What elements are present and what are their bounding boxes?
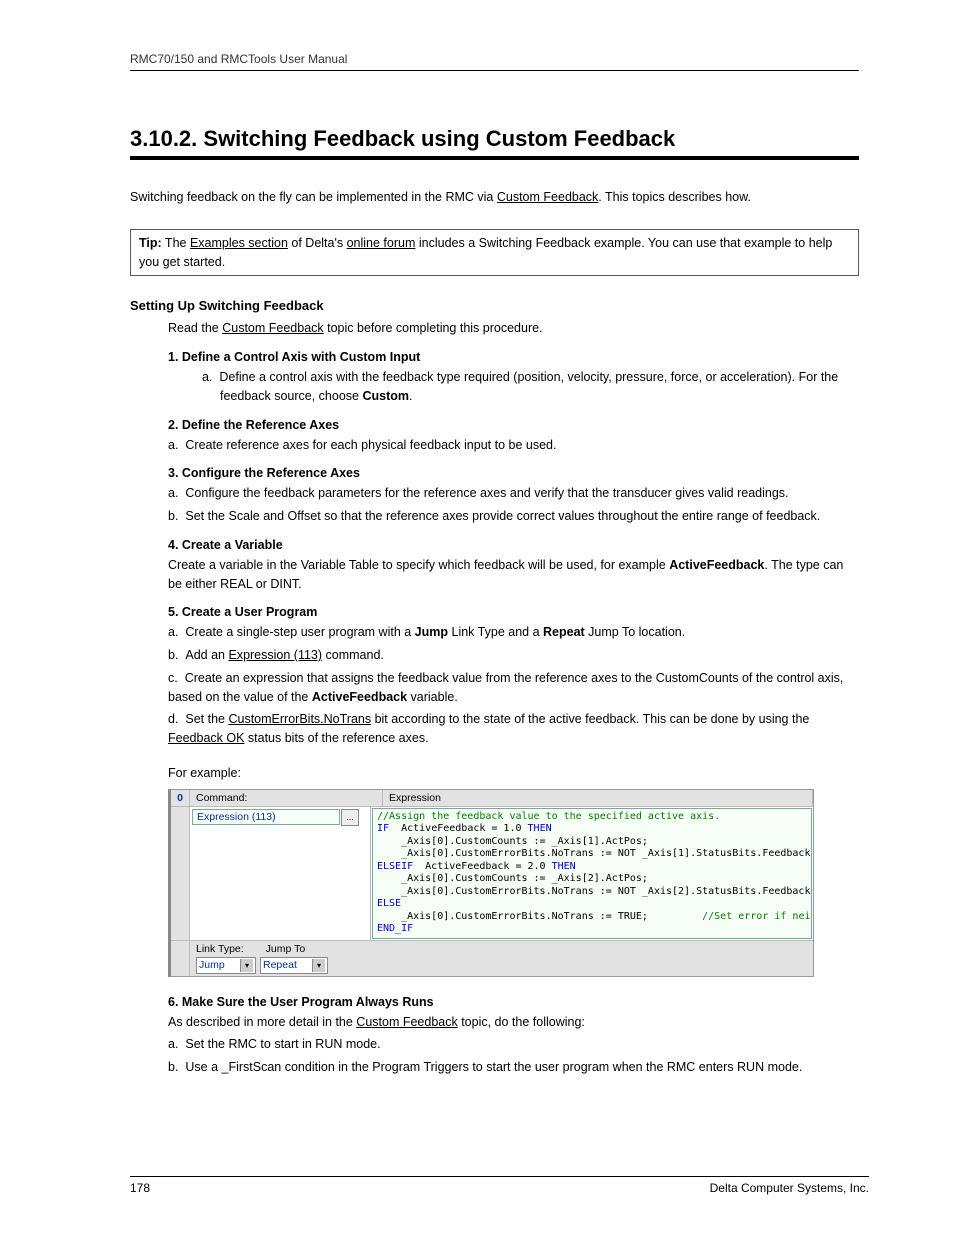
jump-to-combo[interactable]: Repeat▾	[260, 957, 328, 974]
link-examples-section[interactable]: Examples section	[190, 236, 288, 250]
step-6-b: b. Use a _FirstScan condition in the Pro…	[168, 1058, 859, 1077]
read-first: Read the Custom Feedback topic before co…	[168, 319, 859, 338]
command-browse-button[interactable]: ...	[341, 809, 359, 826]
for-example-label: For example:	[168, 764, 859, 783]
step-5-title: 5. Create a User Program	[168, 605, 859, 619]
step-1-a: a. Define a control axis with the feedba…	[202, 368, 859, 406]
link-custom-feedback-2[interactable]: Custom Feedback	[222, 321, 323, 335]
step-5-d: d. Set the CustomErrorBits.NoTrans bit a…	[168, 710, 859, 748]
intro-paragraph: Switching feedback on the fly can be imp…	[130, 188, 859, 207]
link-type-label: Link Type:	[196, 943, 244, 955]
step-4-paragraph: Create a variable in the Variable Table …	[168, 556, 859, 594]
step-4-title: 4. Create a Variable	[168, 538, 859, 552]
link-online-forum[interactable]: online forum	[347, 236, 416, 250]
command-column-header: Command:	[190, 790, 383, 806]
step-3-a: a. Configure the feedback parameters for…	[168, 484, 859, 503]
command-input[interactable]: Expression (113)	[192, 809, 340, 825]
step-5-a: a. Create a single-step user program wit…	[168, 623, 859, 642]
step-6-title: 6. Make Sure the User Program Always Run…	[168, 995, 859, 1009]
subsection-heading: Setting Up Switching Feedback	[130, 298, 859, 313]
step-6-a: a. Set the RMC to start in RUN mode.	[168, 1035, 859, 1054]
section-title: 3.10.2. Switching Feedback using Custom …	[130, 126, 859, 152]
chevron-down-icon: ▾	[240, 959, 253, 972]
step-2-a: a. Create reference axes for each physic…	[168, 436, 859, 455]
step-5-b: b. Add an Expression (113) command.	[168, 646, 859, 665]
code-example-panel: 0 Command: Expression Expression (113)..…	[168, 789, 814, 977]
link-custom-feedback-3[interactable]: Custom Feedback	[356, 1015, 457, 1029]
jump-to-label: Jump To	[266, 943, 306, 955]
tip-box: Tip: The Examples section of Delta's onl…	[130, 229, 859, 277]
link-type-combo[interactable]: Jump▾	[196, 957, 256, 974]
step-number: 0	[171, 790, 190, 806]
step-5-c: c. Create an expression that assigns the…	[168, 669, 859, 707]
tip-label: Tip:	[139, 236, 162, 250]
expression-editor[interactable]: //Assign the feedback value to the speci…	[372, 808, 812, 939]
page-footer: 178 Delta Computer Systems, Inc.	[130, 1176, 869, 1195]
page-header: RMC70/150 and RMCTools User Manual	[130, 52, 859, 71]
step-3-title: 3. Configure the Reference Axes	[168, 466, 859, 480]
step-6-intro: As described in more detail in the Custo…	[168, 1013, 859, 1032]
expression-column-header: Expression	[383, 790, 813, 806]
step-3-b: b. Set the Scale and Offset so that the …	[168, 507, 859, 526]
chevron-down-icon: ▾	[312, 959, 325, 972]
link-feedback-ok[interactable]: Feedback OK	[168, 731, 244, 745]
step-2-title: 2. Define the Reference Axes	[168, 418, 859, 432]
link-expression-113[interactable]: Expression (113)	[228, 648, 322, 662]
page-number: 178	[130, 1181, 150, 1195]
company-name: Delta Computer Systems, Inc.	[710, 1181, 869, 1195]
step-1-title: 1. Define a Control Axis with Custom Inp…	[168, 350, 859, 364]
link-customerrorbits[interactable]: CustomErrorBits.NoTrans	[228, 712, 371, 726]
link-custom-feedback[interactable]: Custom Feedback	[497, 190, 598, 204]
